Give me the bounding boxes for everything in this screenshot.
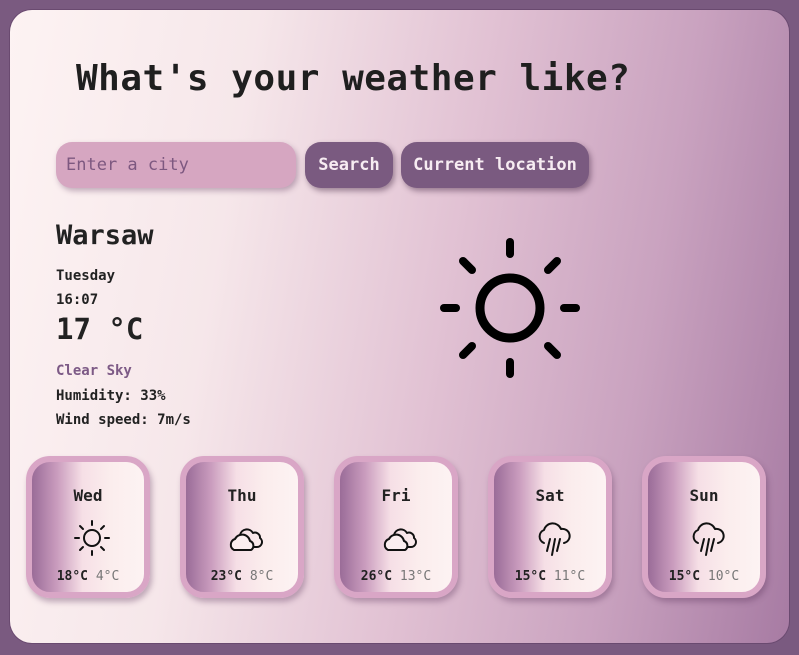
forecast-card-sat: Sat 15°C 11°C [488,456,612,598]
forecast-max-temp: 23°C [210,569,242,584]
weather-description: Clear Sky [56,363,132,379]
forecast-card-wed: Wed 18°C 4°C [26,456,150,598]
sun-icon [74,520,110,556]
rain-icon [692,522,725,556]
forecast-day: Fri [381,486,411,505]
forecast-max-temp: 26°C [360,569,393,584]
forecast-card-thu: Thu 23°C 8°C [180,456,304,598]
forecast-min-temp: 4°C [95,569,120,584]
forecast-day: Wed [73,486,103,505]
forecast-card-sun: Sun 15°C 10°C [642,456,766,598]
clouds-icon [229,528,263,551]
city-search-input[interactable] [56,142,296,188]
current-time: 16:07 [56,292,99,308]
forecast-min-temp: 10°C [707,569,740,584]
current-temperature: 17 °C [56,312,144,346]
current-day: Tuesday [56,268,116,284]
forecast-max-temp: 15°C [514,569,547,584]
forecast-max-temp: 18°C [56,569,88,584]
forecast-min-temp: 13°C [399,569,432,584]
sun-icon [440,238,580,378]
page-title: What's your weather like? [76,58,631,99]
wind-speed: Wind speed: 7m/s [56,412,191,428]
forecast-min-temp: 8°C [249,569,274,584]
forecast-max-temp: 15°C [668,569,701,584]
forecast-day: Sun [689,486,719,505]
search-button[interactable]: Search [305,142,393,188]
forecast-day: Sat [535,486,565,505]
forecast-card-fri: Fri 26°C 13°C [334,456,458,598]
weather-app: What's your weather like? Search Current… [10,10,789,643]
clouds-icon [383,528,417,551]
current-location-button[interactable]: Current location [401,142,589,188]
humidity: Humidity: 33% [56,388,166,404]
city-name: Warsaw [56,220,154,251]
forecast-day: Thu [227,486,257,505]
rain-icon [538,522,571,556]
forecast-min-temp: 11°C [553,569,586,584]
